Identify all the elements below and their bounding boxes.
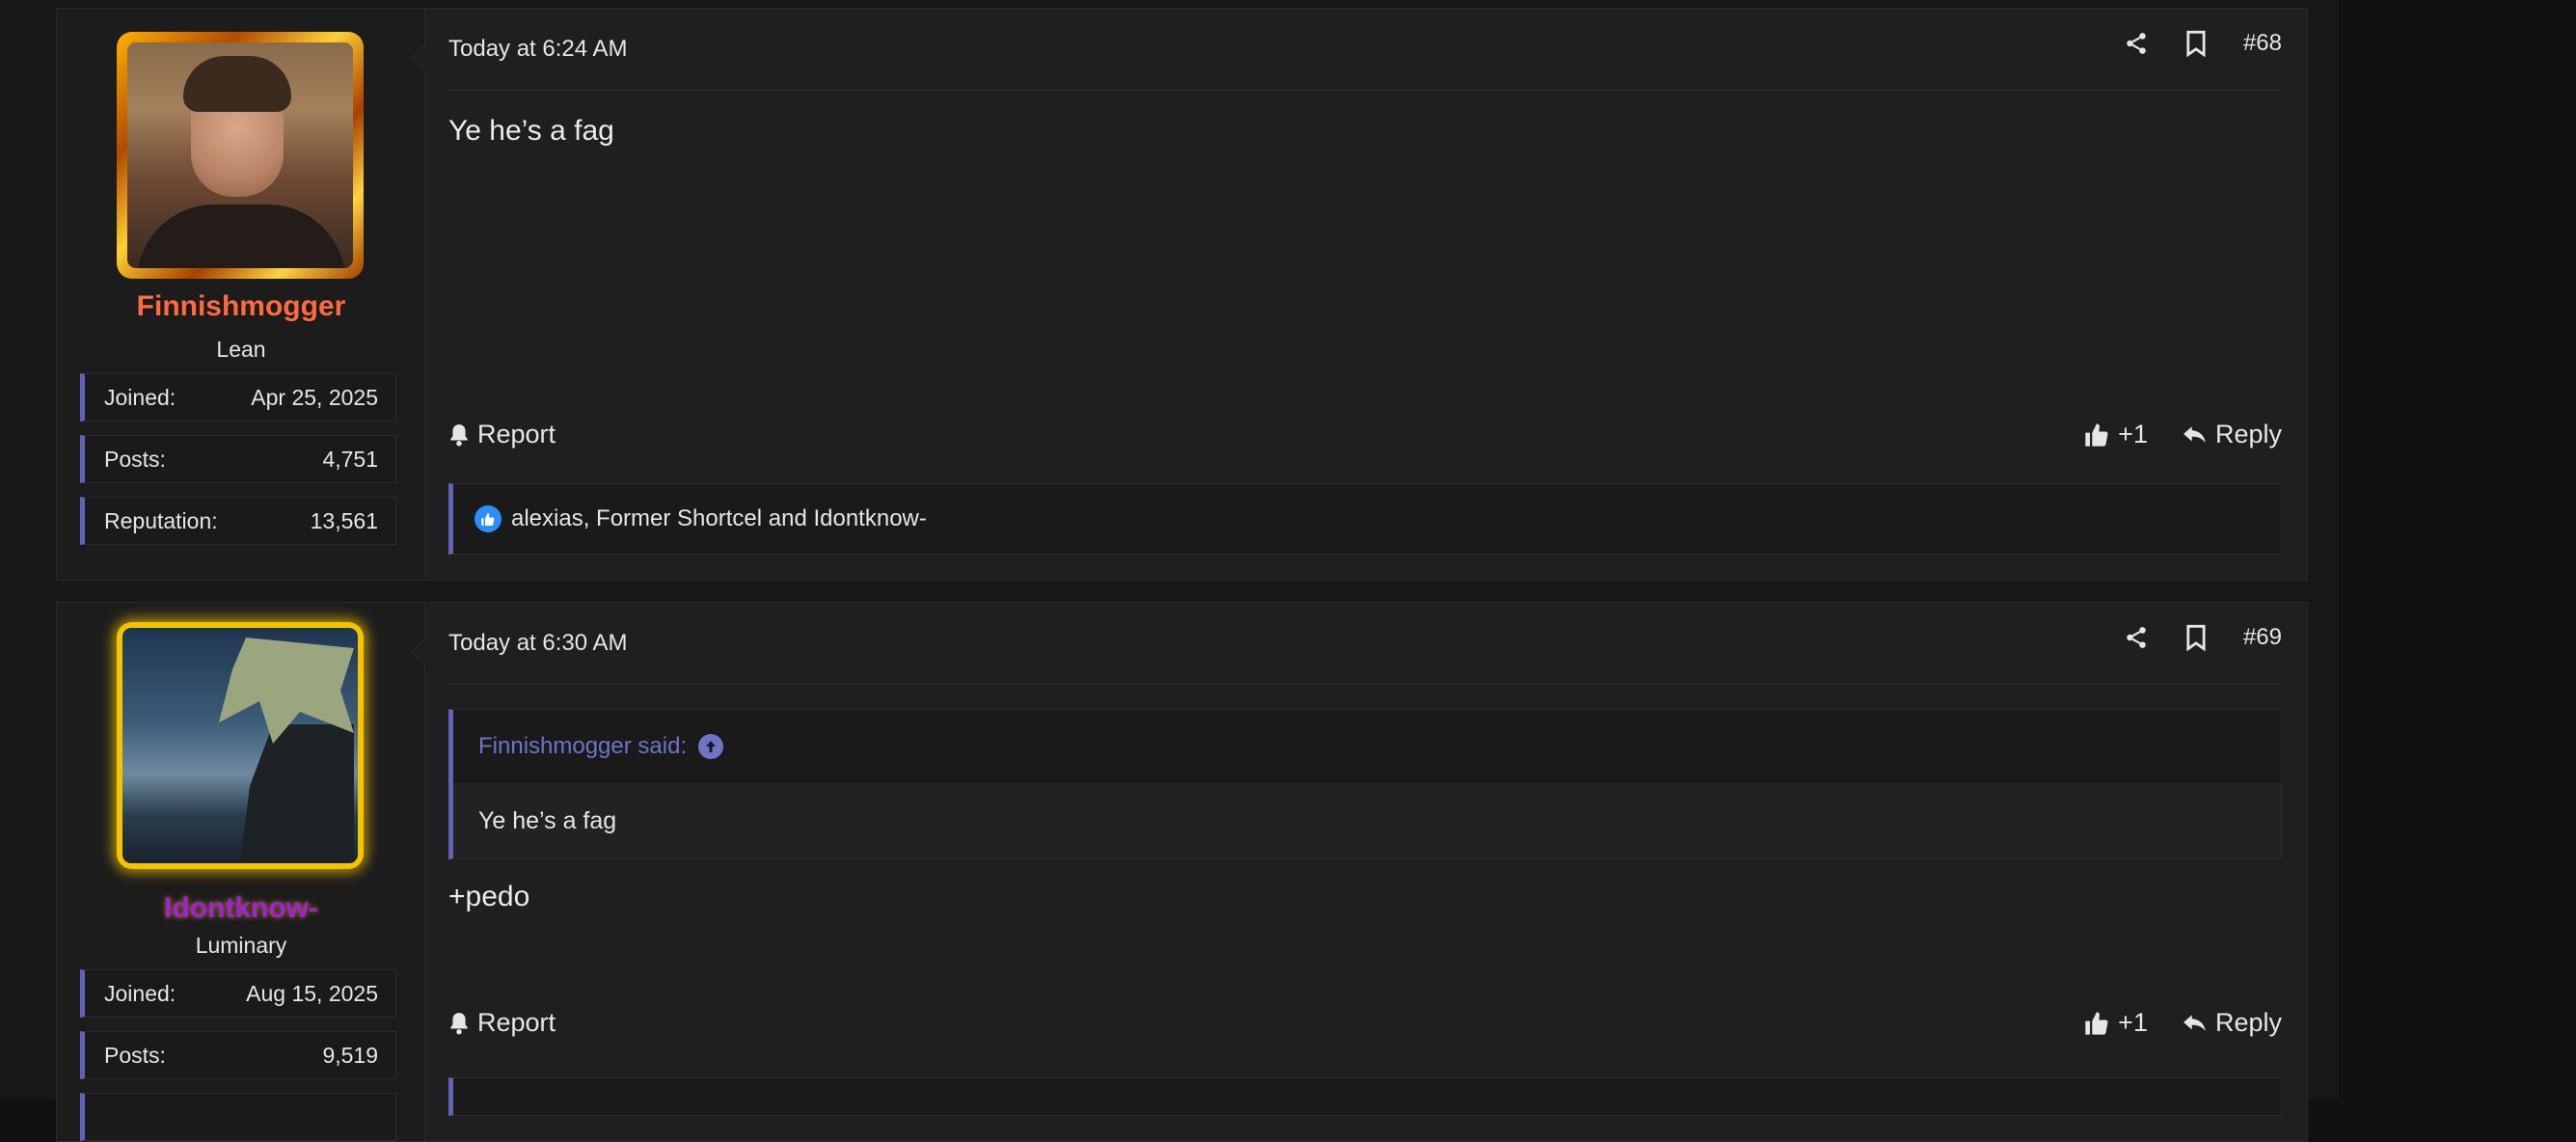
post-69: Idontknow- Luminary Joined: Aug 15, 2025… xyxy=(56,602,2308,1142)
share-icon[interactable] xyxy=(2124,31,2149,56)
reply-label: Reply xyxy=(2214,420,2282,449)
stat-label: Joined: xyxy=(104,980,176,1006)
post-date[interactable]: Today at 6:24 AM xyxy=(448,36,627,63)
post-number-link[interactable]: #69 xyxy=(2243,624,2282,651)
like-button[interactable]: +1 xyxy=(2083,420,2148,449)
stat-label: Posts: xyxy=(104,1042,166,1068)
reactions-bar[interactable]: alexias, Former Shortcel and Idontknow- xyxy=(448,483,2282,555)
post-message: +pedo xyxy=(448,881,530,912)
post-actions: Report +1 Reply xyxy=(448,420,2282,449)
reactions-text[interactable]: alexias, Former Shortcel and Idontknow- xyxy=(511,505,927,532)
bell-icon xyxy=(450,1012,468,1034)
like-count: +1 xyxy=(2118,420,2148,449)
stat-value: 13,561 xyxy=(310,507,378,533)
post-68: Finnishmogger Lean Joined: Apr 25, 2025 … xyxy=(56,8,2308,581)
stat-reputation: Reputation: 13,561 xyxy=(80,497,396,545)
stat-more xyxy=(80,1093,396,1141)
stat-label: Posts: xyxy=(104,446,166,472)
bell-icon xyxy=(450,423,468,446)
reply-icon xyxy=(2183,1014,2206,1031)
bookmark-icon[interactable] xyxy=(2185,624,2207,651)
username[interactable]: Idontknow- xyxy=(57,892,425,925)
stat-label: Joined: xyxy=(104,384,176,410)
thread-column: Finnishmogger Lean Joined: Apr 25, 2025 … xyxy=(0,0,2339,1142)
reply-icon xyxy=(2183,425,2206,443)
reply-label: Reply xyxy=(2214,1008,2282,1037)
post-number-link[interactable]: #68 xyxy=(2243,30,2282,57)
post-message: Ye he’s a fag xyxy=(448,115,614,147)
like-reaction-icon xyxy=(475,505,502,532)
stat-value: Apr 25, 2025 xyxy=(251,384,378,410)
user-title: Lean xyxy=(216,337,266,362)
post-date[interactable]: Today at 6:30 AM xyxy=(448,630,627,657)
reply-button[interactable]: Reply xyxy=(2183,420,2282,449)
avatar-image xyxy=(127,42,353,268)
avatar-image xyxy=(122,628,358,863)
quote-header[interactable]: Finnishmogger said: xyxy=(453,710,2281,783)
report-label: Report xyxy=(477,1008,556,1037)
avatar[interactable] xyxy=(117,32,364,279)
avatar[interactable] xyxy=(117,622,364,869)
stat-posts: Posts: 9,519 xyxy=(80,1031,396,1079)
reply-button[interactable]: Reply xyxy=(2183,1008,2282,1038)
post-actions: Report +1 Reply xyxy=(448,1008,2282,1038)
like-count: +1 xyxy=(2118,1008,2148,1037)
post-actions-right: +1 Reply xyxy=(2083,1008,2282,1038)
share-icon[interactable] xyxy=(2124,625,2149,650)
stat-label: Reputation: xyxy=(104,507,218,533)
quote-text: Ye he’s a fag xyxy=(453,783,2281,858)
like-button[interactable]: +1 xyxy=(2083,1008,2148,1038)
quote-block: Finnishmogger said: Ye he’s a fag xyxy=(448,709,2282,859)
stat-posts: Posts: 4,751 xyxy=(80,435,396,483)
bookmark-icon[interactable] xyxy=(2185,30,2207,57)
post-actions-right: +1 Reply xyxy=(2083,420,2282,449)
reactions-bar[interactable] xyxy=(448,1077,2282,1116)
report-button[interactable]: Report xyxy=(448,420,556,449)
thumbs-up-icon xyxy=(2085,1011,2108,1035)
post-body: Today at 6:24 AM #68 Ye he’s a fag Repor… xyxy=(448,9,2282,580)
post-header-actions: #68 xyxy=(2124,30,2282,57)
post-body: Today at 6:30 AM #69 Finnishmogger said: xyxy=(448,603,2282,1141)
thumbs-up-icon xyxy=(2085,422,2108,447)
report-button[interactable]: Report xyxy=(448,1008,556,1038)
user-title: Luminary xyxy=(195,933,287,958)
quote-author[interactable]: Finnishmogger said: xyxy=(478,733,687,760)
post-user-panel: Finnishmogger Lean Joined: Apr 25, 2025 … xyxy=(57,9,425,580)
up-arrow-icon[interactable] xyxy=(698,734,724,759)
header-divider xyxy=(448,684,2282,685)
post-user-panel: Idontknow- Luminary Joined: Aug 15, 2025… xyxy=(57,603,425,1141)
header-divider xyxy=(448,90,2282,91)
report-label: Report xyxy=(477,420,556,449)
post-header-actions: #69 xyxy=(2124,624,2282,651)
username[interactable]: Finnishmogger xyxy=(57,290,425,323)
stat-joined: Joined: Aug 15, 2025 xyxy=(80,969,396,1018)
stat-value: Aug 15, 2025 xyxy=(246,980,378,1006)
stat-joined: Joined: Apr 25, 2025 xyxy=(80,373,396,421)
stat-value: 9,519 xyxy=(322,1042,378,1068)
stat-value: 4,751 xyxy=(322,446,378,472)
